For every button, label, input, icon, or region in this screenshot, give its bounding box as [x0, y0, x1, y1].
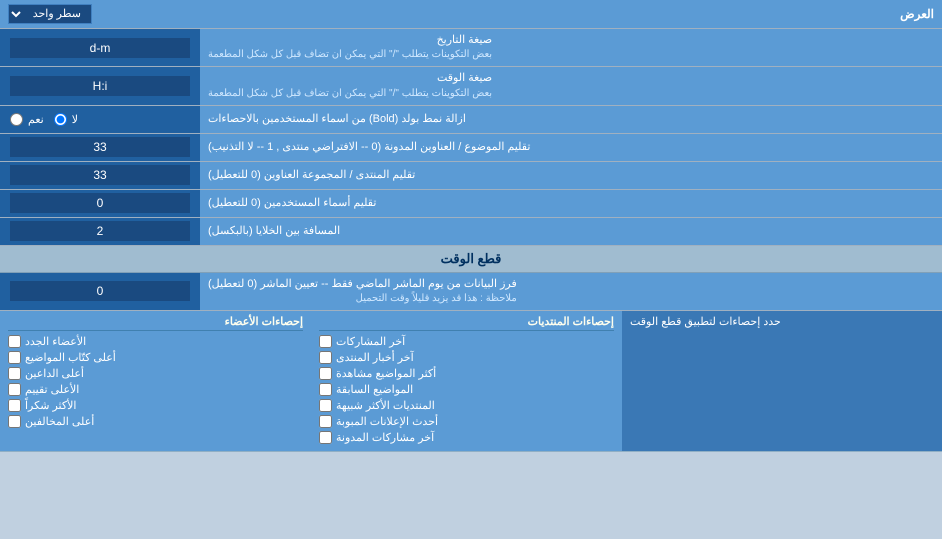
freeze-data-input[interactable]	[10, 281, 190, 301]
user-trim-input[interactable]	[10, 193, 190, 213]
checkbox-top-posters2: أعلى الداعين	[8, 367, 303, 380]
col1-header: إحصاءات المنتديات	[319, 315, 614, 331]
topic-order-label: تقليم الموضوع / العناوين المدونة (0 -- ا…	[200, 134, 942, 161]
date-format-row: صيغة التاريخ بعض التكوينات يتطلب "/" الت…	[0, 29, 942, 67]
checkbox-top-moderators-input[interactable]	[8, 415, 21, 428]
date-format-input-container	[0, 29, 200, 66]
checkbox-similar-forums: المنتديات الأكثر شبيهة	[319, 399, 614, 412]
checkbox-recent-ads: أحدث الإعلانات المبوبة	[319, 415, 614, 428]
time-format-row: صيغة الوقت بعض التكوينات يتطلب "/" التي …	[0, 67, 942, 105]
checkbox-similar-forums-input[interactable]	[319, 399, 332, 412]
cell-spacing-input-container	[0, 218, 200, 245]
date-format-label: صيغة التاريخ بعض التكوينات يتطلب "/" الت…	[200, 29, 942, 66]
freeze-data-label: فرز البيانات من يوم الماشر الماضي فقط --…	[200, 273, 942, 310]
forum-order-row: تقليم المنتدى / المجموعة العناوين (0 للت…	[0, 162, 942, 190]
freeze-data-row: فرز البيانات من يوم الماشر الماضي فقط --…	[0, 273, 942, 311]
checkbox-most-thanks: الأكثر شكراً	[8, 399, 303, 412]
top-row: العرض سطر واحدسطرانثلاثة أسطر	[0, 0, 942, 29]
checkbox-old-topics-input[interactable]	[319, 383, 332, 396]
user-trim-input-container	[0, 190, 200, 217]
checkboxes-columns: إحصاءات المنتديات آخر المشاركات آخر أخبا…	[0, 311, 622, 451]
bold-remove-radios: لا نعم	[0, 106, 200, 133]
col1: إحصاءات المنتديات آخر المشاركات آخر أخبا…	[311, 311, 622, 451]
checkbox-most-thanks-input[interactable]	[8, 399, 21, 412]
user-trim-row: تقليم أسماء المستخدمين (0 للتعطيل)	[0, 190, 942, 218]
topic-order-row: تقليم الموضوع / العناوين المدونة (0 -- ا…	[0, 134, 942, 162]
bold-remove-row: ازالة نمط بولد (Bold) من اسماء المستخدمي…	[0, 106, 942, 134]
bold-yes-label: نعم	[8, 113, 44, 126]
checkbox-recent-ads-input[interactable]	[319, 415, 332, 428]
checkbox-top-posters2-input[interactable]	[8, 367, 21, 380]
checkbox-top-moderators: أعلى المخالفين	[8, 415, 303, 428]
time-format-input-container	[0, 67, 200, 104]
main-container: العرض سطر واحدسطرانثلاثة أسطر صيغة التار…	[0, 0, 942, 452]
user-trim-label: تقليم أسماء المستخدمين (0 للتعطيل)	[200, 190, 942, 217]
checkbox-last-posts: آخر المشاركات	[319, 335, 614, 348]
col2: إحصاءات الأعضاء الأعضاء الجدد أعلى كتّاب…	[0, 311, 311, 451]
forum-order-input[interactable]	[10, 165, 190, 185]
topic-order-input-container	[0, 134, 200, 161]
checkbox-new-members: الأعضاء الجدد	[8, 335, 303, 348]
checkbox-top-posters-input[interactable]	[8, 351, 21, 364]
col2-header: إحصاءات الأعضاء	[8, 315, 303, 331]
cell-spacing-input[interactable]	[10, 221, 190, 241]
bold-no-label: لا	[52, 113, 78, 126]
checkbox-last-noted-input[interactable]	[319, 431, 332, 444]
checkbox-most-viewed-input[interactable]	[319, 367, 332, 380]
checkbox-old-topics: المواضيع السابقة	[319, 383, 614, 396]
forum-order-input-container	[0, 162, 200, 189]
checkbox-top-raters: الأعلى تقييم	[8, 383, 303, 396]
date-format-input[interactable]	[10, 38, 190, 58]
bold-yes-radio[interactable]	[10, 113, 23, 126]
freeze-section-header: قطع الوقت	[0, 246, 942, 273]
display-section-label: العرض	[900, 7, 934, 21]
checkbox-top-raters-input[interactable]	[8, 383, 21, 396]
time-format-label: صيغة الوقت بعض التكوينات يتطلب "/" التي …	[200, 67, 942, 104]
checkbox-most-viewed: أكثر المواضيع مشاهدة	[319, 367, 614, 380]
freeze-data-input-container	[0, 273, 200, 310]
checkbox-top-posters: أعلى كتّاب المواضيع	[8, 351, 303, 364]
checkbox-forum-news: آخر أخبار المنتدى	[319, 351, 614, 364]
apply-label: حدد إحصاءات لتطبيق قطع الوقت	[622, 311, 942, 451]
checkbox-last-noted: آخر مشاركات المدونة	[319, 431, 614, 444]
bold-remove-label: ازالة نمط بولد (Bold) من اسماء المستخدمي…	[200, 106, 942, 133]
topic-order-input[interactable]	[10, 137, 190, 157]
checkbox-last-posts-input[interactable]	[319, 335, 332, 348]
time-format-input[interactable]	[10, 76, 190, 96]
forum-order-label: تقليم المنتدى / المجموعة العناوين (0 للت…	[200, 162, 942, 189]
rows-dropdown[interactable]: سطر واحدسطرانثلاثة أسطر	[8, 4, 92, 24]
cell-spacing-row: المسافة بين الخلايا (بالبكسل)	[0, 218, 942, 246]
cell-spacing-label: المسافة بين الخلايا (بالبكسل)	[200, 218, 942, 245]
bold-no-radio[interactable]	[54, 113, 67, 126]
checkbox-new-members-input[interactable]	[8, 335, 21, 348]
checkbox-section: حدد إحصاءات لتطبيق قطع الوقت إحصاءات الم…	[0, 311, 942, 452]
checkbox-forum-news-input[interactable]	[319, 351, 332, 364]
checkboxes-grid: إحصاءات المنتديات آخر المشاركات آخر أخبا…	[0, 311, 622, 451]
